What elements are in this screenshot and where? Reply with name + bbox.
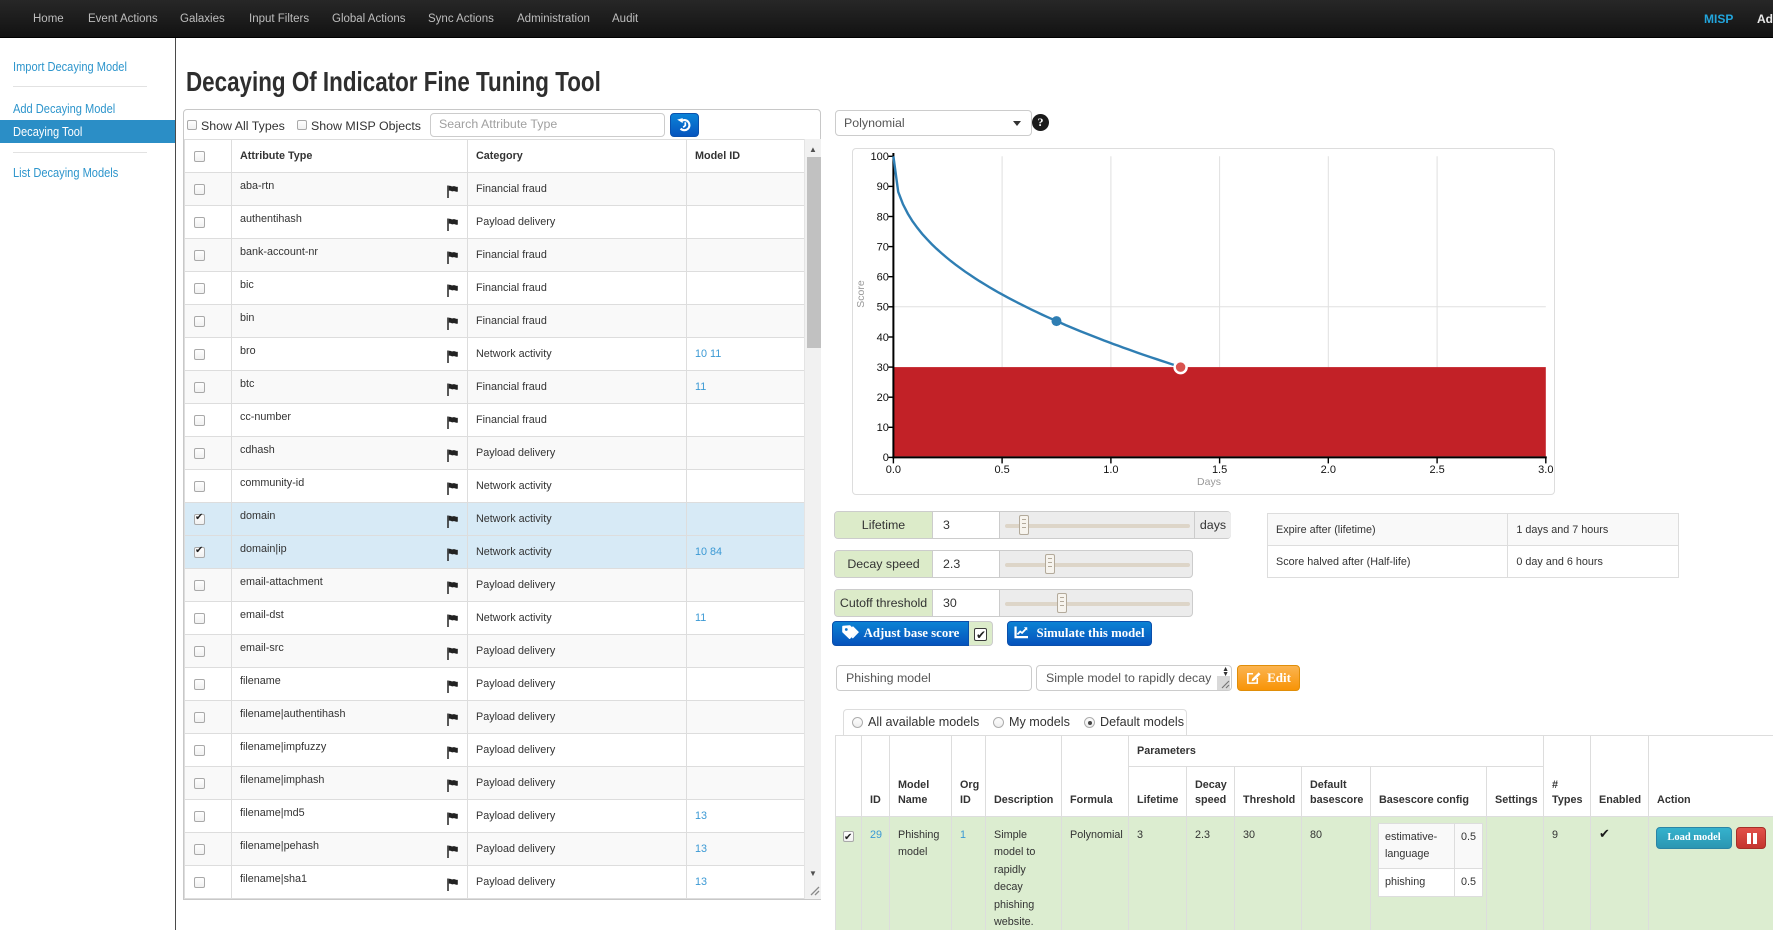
svg-text:30: 30: [877, 362, 889, 374]
svg-text:1.0: 1.0: [1103, 464, 1118, 476]
svg-text:2.0: 2.0: [1321, 464, 1336, 476]
svg-text:3.0: 3.0: [1538, 464, 1553, 476]
svg-text:50: 50: [877, 302, 889, 314]
svg-text:Score: Score: [855, 280, 867, 308]
svg-text:60: 60: [877, 272, 889, 284]
svg-text:0.5: 0.5: [994, 464, 1009, 476]
svg-text:10: 10: [877, 422, 889, 434]
svg-text:100: 100: [871, 151, 889, 163]
svg-text:2.5: 2.5: [1429, 464, 1444, 476]
svg-text:90: 90: [877, 181, 889, 193]
svg-text:0.0: 0.0: [886, 464, 901, 476]
svg-text:80: 80: [877, 211, 889, 223]
svg-text:1.5: 1.5: [1212, 464, 1227, 476]
svg-text:70: 70: [877, 241, 889, 253]
svg-text:0: 0: [883, 452, 889, 464]
svg-text:Days: Days: [1197, 476, 1221, 488]
svg-text:40: 40: [877, 332, 889, 344]
svg-text:20: 20: [877, 392, 889, 404]
